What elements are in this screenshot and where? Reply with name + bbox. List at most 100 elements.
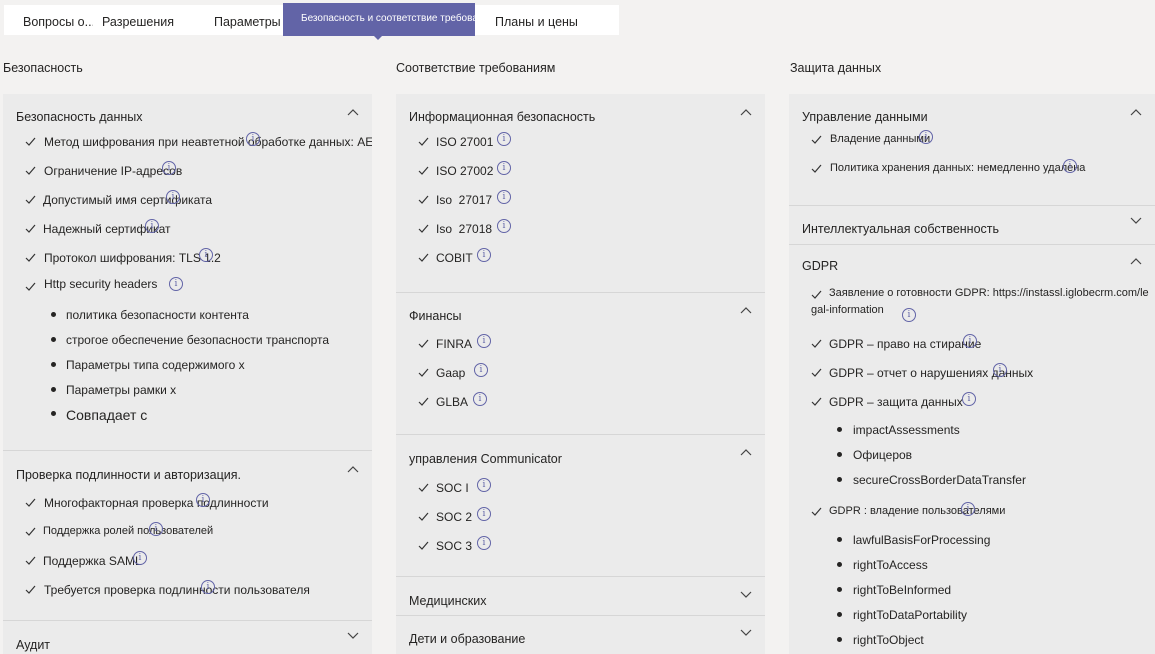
- section-header[interactable]: Безопасность данных: [3, 94, 372, 134]
- item-label: SOC I: [436, 481, 469, 495]
- section-header[interactable]: Медицинских: [396, 577, 765, 617]
- info-icon[interactable]: i: [902, 308, 916, 322]
- chevron-up-icon[interactable]: [347, 108, 359, 119]
- info-icon[interactable]: i: [196, 493, 210, 507]
- list-item: SOC I i: [418, 475, 765, 504]
- section-children-education: Дети и образование: [396, 616, 765, 654]
- section-title: Медицинских: [409, 594, 487, 608]
- info-icon[interactable]: i: [963, 334, 977, 348]
- chevron-up-icon[interactable]: [347, 465, 359, 476]
- check-icon: [811, 368, 822, 377]
- check-icon: [25, 282, 36, 291]
- info-icon[interactable]: i: [169, 277, 183, 291]
- bullet: [837, 587, 842, 592]
- tab-bar: Вопросы о... Разрешения Параметры Безопа…: [4, 3, 619, 36]
- chevron-up-icon[interactable]: [1130, 108, 1142, 119]
- info-icon[interactable]: i: [961, 502, 975, 516]
- section-header[interactable]: Информационная безопасность: [396, 94, 765, 134]
- section-header[interactable]: Интеллектуальная собственность: [789, 206, 1155, 246]
- info-icon[interactable]: i: [474, 363, 488, 377]
- chevron-down-icon[interactable]: [740, 629, 752, 640]
- info-icon[interactable]: i: [477, 507, 491, 521]
- info-icon[interactable]: i: [162, 161, 176, 175]
- column-title-privacy: Защита данных: [790, 61, 882, 75]
- item-label: Http security headers: [44, 277, 158, 291]
- column-title-security: Безопасность: [3, 61, 83, 75]
- section-title: Проверка подлинности и авторизация.: [16, 468, 241, 482]
- check-icon: [811, 135, 822, 144]
- chevron-up-icon[interactable]: [740, 448, 752, 459]
- section-communicator: управления Communicator SOC I i SOC 2 i SO…: [396, 435, 765, 577]
- section-header[interactable]: GDPR: [789, 245, 1155, 285]
- info-icon[interactable]: i: [201, 580, 215, 594]
- bullet: [837, 427, 842, 432]
- sub-item-label: Параметры типа содержимого x: [66, 358, 245, 372]
- info-icon[interactable]: i: [477, 478, 491, 492]
- active-tab-pointer: [372, 34, 384, 40]
- chevron-up-icon[interactable]: [1130, 257, 1142, 268]
- info-icon[interactable]: i: [199, 248, 213, 262]
- list-item: ISO 27002 i: [418, 158, 765, 187]
- info-icon[interactable]: i: [149, 522, 163, 536]
- sub-item-label: rightToObject: [853, 633, 924, 647]
- bullet: [51, 387, 56, 392]
- tab-security-compliance[interactable]: Безопасность и соответствие требованиям: [283, 3, 475, 36]
- item-label: GLBA: [436, 395, 469, 409]
- section-header[interactable]: Дети и образование: [396, 616, 765, 654]
- info-icon[interactable]: i: [477, 536, 491, 550]
- info-icon[interactable]: i: [246, 132, 260, 146]
- info-icon[interactable]: i: [1063, 159, 1077, 173]
- info-icon[interactable]: i: [993, 363, 1007, 377]
- check-icon: [418, 541, 429, 550]
- list-item: Надежный сертификат i: [25, 216, 372, 245]
- check-icon: [418, 195, 429, 204]
- section-header[interactable]: управления Communicator: [396, 435, 765, 475]
- tab-permissions[interactable]: Разрешения: [102, 5, 182, 35]
- item-label: Метод шифрования при неавтетной обработк…: [44, 135, 372, 149]
- section-header[interactable]: Аудит: [3, 621, 372, 654]
- list-item: GDPR – право на стирание i: [811, 331, 1155, 360]
- check-icon: [811, 397, 822, 406]
- list-item: Поддержка SAML i: [25, 548, 372, 577]
- info-icon[interactable]: i: [497, 190, 511, 204]
- section-header[interactable]: Проверка подлинности и авторизация.: [3, 451, 372, 491]
- list-item: Владение данными i: [811, 127, 1155, 156]
- item-label: Iso 27018: [436, 222, 493, 236]
- info-icon[interactable]: i: [477, 248, 491, 262]
- bullet: [51, 411, 56, 416]
- tab-plans-pricing[interactable]: Планы и цены: [495, 5, 595, 35]
- check-icon: [25, 498, 36, 507]
- sub-item-label: Совпадает с: [66, 407, 148, 423]
- sub-list-item: Параметры типа содержимого x: [51, 353, 372, 378]
- info-icon[interactable]: i: [497, 161, 511, 175]
- chevron-down-icon[interactable]: [740, 591, 752, 602]
- list-item: GDPR : владение пользователями i: [811, 499, 1155, 528]
- section-title: Безопасность данных: [16, 110, 143, 124]
- sub-list-item: rightToBeInformed: [837, 578, 1155, 603]
- info-icon[interactable]: i: [166, 190, 180, 204]
- info-icon[interactable]: i: [962, 392, 976, 406]
- item-label: Требуется проверка подлинности пользоват…: [44, 583, 310, 597]
- bullet: [51, 337, 56, 342]
- info-icon[interactable]: i: [477, 334, 491, 348]
- info-icon[interactable]: i: [497, 132, 511, 146]
- info-icon[interactable]: i: [133, 551, 147, 565]
- list-item: Gaap i: [418, 360, 765, 389]
- tab-settings[interactable]: Параметры: [214, 5, 284, 35]
- item-label: GDPR – право на стирание: [829, 337, 982, 351]
- info-icon[interactable]: i: [919, 130, 933, 144]
- info-icon[interactable]: i: [497, 219, 511, 233]
- section-header[interactable]: Финансы: [396, 293, 765, 333]
- chevron-up-icon[interactable]: [740, 108, 752, 119]
- item-label: ISO 27002: [436, 164, 494, 178]
- compliance-panel: Информационная безопасность ISO 27001 i I…: [396, 94, 765, 654]
- item-label: Допустимый имя сертификата: [43, 193, 213, 207]
- info-icon[interactable]: i: [145, 219, 159, 233]
- item-label: Iso 27017: [436, 193, 493, 207]
- chevron-down-icon[interactable]: [347, 632, 359, 643]
- info-icon[interactable]: i: [473, 392, 487, 406]
- tab-questions[interactable]: Вопросы о...: [23, 5, 93, 35]
- check-icon: [25, 527, 36, 536]
- chevron-down-icon[interactable]: [1130, 217, 1142, 228]
- chevron-up-icon[interactable]: [740, 306, 752, 317]
